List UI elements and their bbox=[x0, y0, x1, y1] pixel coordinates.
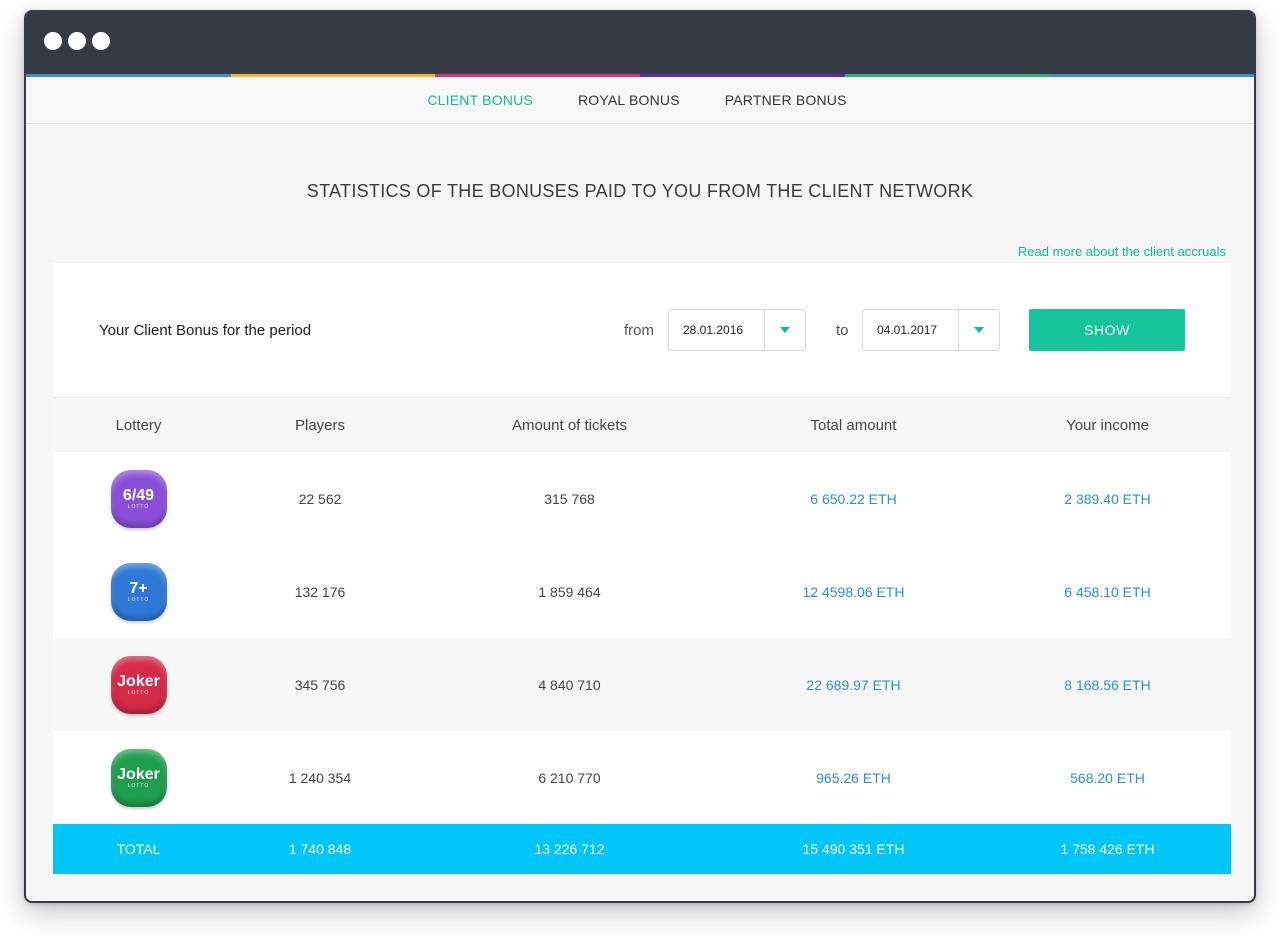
header-your-income: Your income bbox=[984, 398, 1231, 452]
total-tickets: 13 226 712 bbox=[416, 824, 723, 874]
statistics-panel: Your Client Bonus for the period from 28… bbox=[53, 263, 1231, 875]
badge-title: Joker bbox=[117, 766, 160, 783]
tab-royal-bonus[interactable]: ROYAL BONUS bbox=[578, 92, 680, 108]
color-stripe bbox=[26, 74, 1254, 77]
to-date-value[interactable]: 04.01.2017 bbox=[863, 310, 958, 350]
badge-title: 6/49 bbox=[122, 487, 155, 504]
players-cell: 345 756 bbox=[224, 638, 416, 731]
header-players: Players bbox=[224, 398, 416, 452]
browser-window: CLIENT BONUS ROYAL BONUS PARTNER BONUS S… bbox=[24, 10, 1256, 903]
to-label: to bbox=[836, 322, 849, 339]
total-amount-cell[interactable]: 965.26 ETH bbox=[723, 731, 984, 824]
stripe-segment bbox=[1049, 74, 1254, 77]
caret-down-icon bbox=[780, 327, 790, 333]
period-filter: Your Client Bonus for the period from 28… bbox=[53, 263, 1231, 398]
header-total-amount: Total amount bbox=[723, 398, 984, 452]
badge-title: Joker bbox=[117, 673, 160, 690]
from-date-picker[interactable]: 28.01.2016 bbox=[668, 309, 806, 351]
tab-partner-bonus[interactable]: PARTNER BONUS bbox=[725, 92, 847, 108]
badge-subtitle: LOTTO bbox=[127, 504, 150, 510]
lottery-joker-badge: Joker LOTTO bbox=[110, 655, 167, 714]
read-more-link[interactable]: Read more about the client accruals bbox=[1018, 244, 1226, 259]
income-cell[interactable]: 568.20 ETH bbox=[984, 731, 1231, 824]
header-lottery: Lottery bbox=[53, 398, 224, 452]
total-row: TOTAL 1 740 848 13 226 712 15 490 351 ET… bbox=[53, 824, 1231, 874]
income-cell[interactable]: 8 168.56 ETH bbox=[984, 638, 1231, 731]
table-row: Joker LOTTO 1 240 354 6 210 770 965.26 ET… bbox=[53, 731, 1231, 824]
total-amount-cell[interactable]: 22 689.97 ETH bbox=[723, 638, 984, 731]
tickets-cell: 1 859 464 bbox=[538, 583, 601, 600]
badge-subtitle: LOTTO bbox=[127, 597, 150, 603]
table-row: 7+ LOTTO 132 176 1 859 464 12 4598.06 ETH… bbox=[53, 545, 1231, 638]
window-titlebar bbox=[26, 10, 1254, 74]
tickets-cell: 4 840 710 bbox=[416, 638, 723, 731]
lottery-7plus-badge: 7+ LOTTO bbox=[110, 562, 167, 621]
window-controls bbox=[44, 32, 110, 50]
stripe-segment bbox=[230, 74, 436, 77]
stripe-segment bbox=[640, 74, 845, 77]
window-minimize-dot[interactable] bbox=[68, 32, 86, 50]
lottery-free-joker-badge: Joker LOTTO bbox=[110, 748, 167, 807]
window-close-dot[interactable] bbox=[44, 32, 62, 50]
players-cell: 22 562 bbox=[298, 490, 342, 507]
total-income: 1 758 426 ETH bbox=[984, 824, 1231, 874]
income-cell[interactable]: 2 389.40 ETH bbox=[984, 452, 1231, 545]
to-date-dropdown-button[interactable] bbox=[958, 310, 999, 350]
from-date-value[interactable]: 28.01.2016 bbox=[669, 310, 764, 350]
stripe-segment bbox=[26, 74, 231, 77]
table-row: 6/49 LOTTO 22 562 315 768 6 650.22 ETH 2 … bbox=[53, 452, 1231, 545]
to-date-picker[interactable]: 04.01.2017 bbox=[862, 309, 1000, 351]
window-maximize-dot[interactable] bbox=[92, 32, 110, 50]
total-players: 1 740 848 bbox=[224, 824, 416, 874]
tab-client-bonus[interactable]: CLIENT BONUS bbox=[427, 92, 533, 108]
bonus-table: Lottery Players Amount of tickets Total … bbox=[53, 398, 1231, 874]
page-title: STATISTICS OF THE BONUSES PAID TO YOU FR… bbox=[306, 181, 974, 201]
header-tickets: Amount of tickets bbox=[416, 398, 723, 452]
total-amount: 15 490 351 ETH bbox=[723, 824, 984, 874]
tickets-cell: 315 768 bbox=[544, 490, 595, 507]
from-date-dropdown-button[interactable] bbox=[764, 310, 805, 350]
total-label: TOTAL bbox=[53, 824, 224, 874]
badge-subtitle: LOTTO bbox=[127, 783, 150, 789]
stripe-segment bbox=[435, 74, 641, 77]
total-amount-cell[interactable]: 12 4598.06 ETH bbox=[723, 545, 984, 638]
filter-label: Your Client Bonus for the period bbox=[99, 322, 312, 339]
players-cell: 1 240 354 bbox=[288, 769, 352, 786]
income-cell[interactable]: 6 458.10 ETH bbox=[984, 545, 1231, 638]
total-amount-cell[interactable]: 6 650.22 ETH bbox=[723, 452, 984, 545]
badge-title: 7+ bbox=[129, 580, 148, 597]
show-button[interactable]: SHOW bbox=[1029, 309, 1185, 351]
lottery-649-badge: 6/49 LOTTO bbox=[110, 469, 167, 528]
stripe-segment bbox=[844, 74, 1050, 77]
from-label: from bbox=[624, 322, 654, 339]
tab-bar: CLIENT BONUS ROYAL BONUS PARTNER BONUS bbox=[26, 77, 1254, 124]
table-header-row: Lottery Players Amount of tickets Total … bbox=[53, 398, 1231, 452]
players-cell: 132 176 bbox=[294, 583, 346, 600]
tickets-cell: 6 210 770 bbox=[538, 769, 601, 786]
caret-down-icon bbox=[974, 327, 984, 333]
badge-subtitle: LOTTO bbox=[127, 690, 150, 696]
table-row: Joker LOTTO 345 756 4 840 710 22 689.97 E… bbox=[53, 638, 1231, 731]
